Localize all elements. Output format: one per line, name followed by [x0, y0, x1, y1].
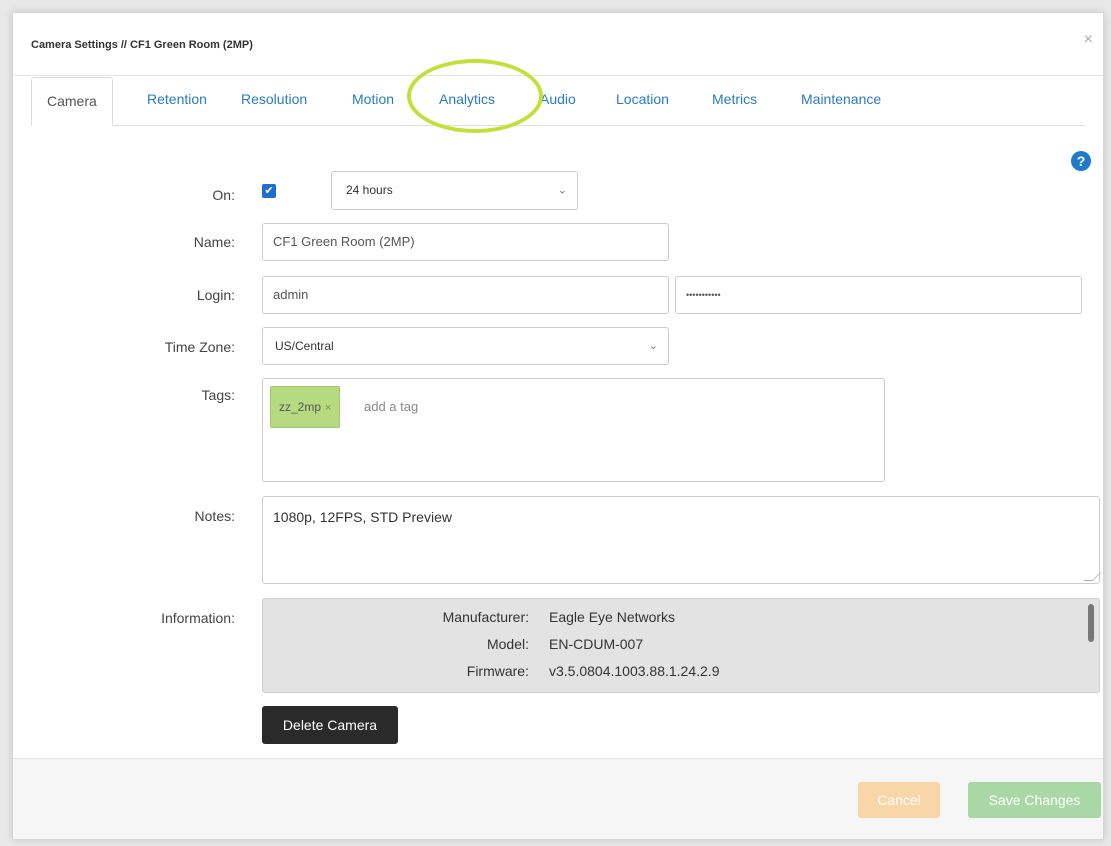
tag-chip[interactable]: zz_2mp ×	[270, 386, 341, 428]
tab-resolution[interactable]: Resolution	[241, 91, 307, 107]
timezone-select[interactable]: US/Central ⌄	[262, 327, 669, 365]
name-input[interactable]: CF1 Green Room (2MP)	[262, 223, 669, 261]
chevron-down-icon: ⌄	[648, 340, 658, 352]
remove-tag-icon[interactable]: ×	[325, 402, 331, 414]
tab-motion[interactable]: Motion	[352, 91, 394, 107]
notes-label: Notes:	[194, 508, 235, 524]
info-key: Manufacturer:	[442, 609, 529, 625]
tab-metrics[interactable]: Metrics	[712, 91, 757, 107]
information-panel: Manufacturer: Eagle Eye Networks Model: …	[262, 598, 1100, 693]
tab-maintenance[interactable]: Maintenance	[801, 91, 881, 107]
tags-field[interactable]: zz_2mp × add a tag	[262, 378, 885, 482]
tag-input[interactable]: add a tag	[364, 399, 418, 414]
login-input[interactable]: admin	[262, 276, 669, 314]
delete-camera-button[interactable]: Delete Camera	[262, 706, 398, 744]
name-label: Name:	[193, 234, 235, 250]
info-key: Model:	[486, 636, 529, 652]
camera-settings-dialog: Camera Settings // CF1 Green Room (2MP) …	[12, 12, 1104, 840]
password-input[interactable]: •••••••••••	[675, 276, 1082, 314]
tags-label: Tags:	[201, 387, 235, 403]
tab-audio[interactable]: Audio	[540, 91, 576, 107]
login-label: Login:	[196, 287, 235, 303]
scrollbar[interactable]	[1088, 604, 1094, 642]
dialog-header: Camera Settings // CF1 Green Room (2MP) …	[13, 13, 1103, 76]
information-label: Information:	[161, 610, 235, 626]
schedule-value: 24 hours	[346, 183, 393, 197]
info-value: v3.5.0804.1003.88.1.24.2.9	[549, 663, 720, 679]
chevron-down-icon: ⌄	[557, 184, 567, 196]
help-icon[interactable]: ?	[1071, 151, 1091, 171]
tag-chip-label: zz_2mp	[279, 400, 322, 414]
notes-value: 1080p, 12FPS, STD Preview	[273, 509, 452, 525]
save-changes-button[interactable]: Save Changes	[968, 782, 1101, 818]
on-checkbox[interactable]: ✔	[262, 184, 276, 198]
tab-location[interactable]: Location	[616, 91, 669, 107]
notes-textarea[interactable]: 1080p, 12FPS, STD Preview	[262, 496, 1102, 584]
info-value: Eagle Eye Networks	[549, 609, 676, 625]
timezone-value: US/Central	[275, 339, 334, 353]
info-key: Firmware:	[466, 663, 529, 679]
cancel-button[interactable]: Cancel	[858, 782, 940, 818]
info-value: EN-CDUM-007	[549, 636, 644, 652]
resize-handle[interactable]	[1083, 572, 1102, 581]
close-icon[interactable]: ×	[1084, 31, 1093, 49]
on-label: On:	[212, 187, 235, 203]
tab-retention[interactable]: Retention	[147, 91, 207, 107]
tab-analytics[interactable]: Analytics	[439, 91, 495, 107]
schedule-select[interactable]: 24 hours ⌄	[331, 171, 578, 210]
dialog-footer: Cancel Save Changes	[13, 758, 1103, 839]
tab-camera[interactable]: Camera	[31, 77, 113, 126]
tab-bar: Camera Retention Resolution Motion Analy…	[31, 77, 1085, 126]
dialog-title: Camera Settings // CF1 Green Room (2MP)	[31, 39, 253, 51]
timezone-label: Time Zone:	[164, 339, 235, 355]
